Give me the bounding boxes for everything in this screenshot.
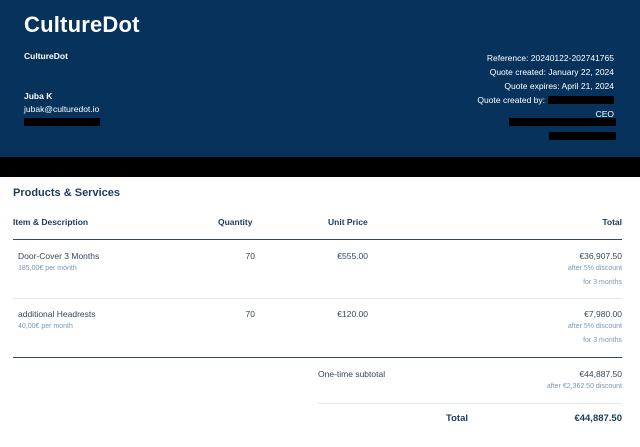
item-term: for 3 months (583, 337, 622, 344)
table-footer-rule (13, 357, 622, 358)
item-detail: 185,00€ per month (18, 265, 77, 272)
item-discount: after 5% discount (567, 323, 622, 330)
subtotal-discount: after €2,362.50 discount (546, 383, 622, 390)
summary-divider (318, 403, 622, 404)
item-unit-price: €555.00 (337, 251, 368, 261)
column-header-total: Total (602, 217, 622, 227)
contact-email[interactable]: jubak@culturedot.io (24, 104, 99, 114)
column-header-quantity: Quantity (218, 217, 253, 227)
created-by-label: Quote created by: (477, 95, 545, 105)
quote-created-date: Quote created: January 22, 2024 (489, 67, 614, 77)
redacted-contact-phone (24, 118, 100, 126)
products-section-title: Products & Services (13, 187, 120, 199)
subtotal-value: €44,887.50 (579, 369, 622, 379)
row-divider (13, 298, 622, 299)
column-header-item: Item & Description (13, 217, 89, 227)
brand-title: CultureDot (24, 12, 140, 37)
item-detail: 40,00€ per month (18, 323, 73, 330)
item-discount: after 5% discount (567, 265, 622, 272)
redacted-band (0, 157, 640, 177)
item-total: €36,907.50 (579, 251, 622, 261)
item-quantity: 70 (245, 309, 255, 319)
item-name: Door-Cover 3 Months (18, 251, 100, 261)
quote-created-by: Quote created by: (477, 93, 614, 107)
table-header-rule (13, 239, 622, 240)
total-label: Total (446, 413, 468, 424)
item-quantity: 70 (245, 251, 255, 261)
redacted-creator-phone (549, 132, 616, 140)
column-header-unit-price: Unit Price (328, 217, 368, 227)
quote-reference: Reference: 20240122-202741765 (486, 53, 614, 63)
quote-header: CultureDot CultureDot Juba K jubak@cultu… (0, 0, 640, 157)
redacted-creator-email (509, 118, 616, 126)
total-value: €44,887.50 (574, 413, 622, 424)
redacted-creator-name (548, 96, 614, 104)
quote-meta: Reference: 20240122-202741765 Quote crea… (477, 51, 614, 121)
item-name: additional Headrests (18, 309, 96, 319)
quote-expires-date: Quote expires: April 21, 2024 (504, 81, 614, 91)
item-term: for 3 months (583, 279, 622, 286)
subtotal-label: One-time subtotal (318, 369, 386, 379)
item-total: €7,980.00 (584, 309, 622, 319)
contact-name: Juba K (24, 91, 53, 101)
company-name: CultureDot (24, 51, 68, 61)
item-unit-price: €120.00 (337, 309, 368, 319)
